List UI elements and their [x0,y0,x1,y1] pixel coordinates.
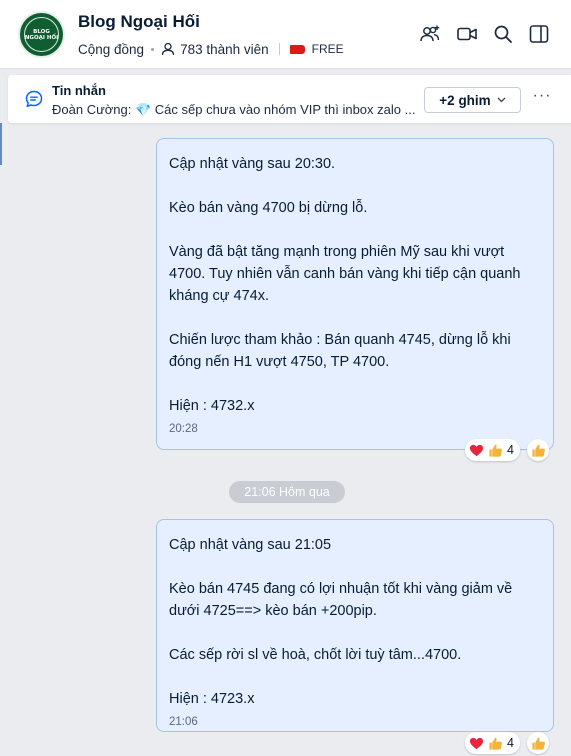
message-line [169,622,541,644]
add-member-icon[interactable] [419,23,441,45]
thumbs-up-icon [531,737,545,750]
member-count[interactable]: 783 thành viên [180,42,269,57]
pinned-title: Tin nhắn [52,83,106,98]
message-line: Hiện : 4732.x [169,398,255,414]
thumbs-up-icon [531,444,545,457]
more-pins-button[interactable]: +2 ghim [424,87,521,113]
message-line [169,307,541,329]
message-bubble[interactable]: Cập nhật vàng sau 20:30. Kèo bán vàng 47… [156,138,554,450]
reaction-summary[interactable]: 4 [465,439,520,461]
video-call-icon[interactable] [456,23,478,45]
chat-bubble-icon [25,90,43,108]
message-text: Cập nhật vàng sau 20:30. Kèo bán vàng 47… [169,153,541,417]
reaction-count: 4 [507,736,514,750]
message-line [169,666,541,688]
heart-icon [469,737,484,749]
avatar-text-2: NGOẠI HỐI [24,34,59,41]
message-line [169,373,541,395]
group-meta: Cộng đồng 783 thành viên FREE [78,40,344,58]
message-line: Vàng đã bật tăng mạnh trong phiên Mỹ sau… [169,244,525,304]
pinned-preview: Đoàn Cường: 💎 Các sếp chưa vào nhóm VIP … [52,102,416,117]
message-line [169,219,541,241]
reaction-count: 4 [507,443,514,457]
group-avatar[interactable]: BLOG NGOẠI HỐI [18,11,65,58]
group-name[interactable]: Blog Ngoại Hối [78,12,200,32]
free-badge: FREE [311,42,344,56]
search-icon[interactable] [492,23,514,45]
message-line: Kèo bán vàng 4700 bị dừng lỗ. [169,200,368,216]
message-line: Cập nhật vàng sau 21:05 [169,537,332,553]
message-line [169,175,541,197]
pinned-message-bar[interactable]: Tin nhắn Đoàn Cường: 💎 Các sếp chưa vào … [8,75,571,123]
message-time: 21:06 [169,716,198,728]
heart-icon [469,444,484,456]
message-line: Hiện : 4723.x [169,691,255,707]
message-line: Chiến lược tham khảo : Bán quanh 4745, d… [169,332,515,370]
community-label: Cộng đồng [78,41,145,57]
person-icon [161,42,175,56]
thumbs-up-icon [489,444,502,457]
react-button[interactable] [527,439,549,461]
react-button[interactable] [527,732,549,754]
date-separator: 21:06 Hôm qua [229,481,345,503]
message-line: Kèo bán 4745 đang có lợi nhuận tốt khi v… [169,581,517,619]
tag-icon [289,44,305,54]
meta-separator [278,43,280,55]
more-icon[interactable]: ··· [532,88,552,109]
more-pins-label: +2 ghim [439,92,491,108]
left-accent-bar [0,123,2,165]
chat-header: BLOG NGOẠI HỐI Blog Ngoại Hối Cộng đồng … [0,0,571,69]
message-line: Cập nhật vàng sau 20:30. [169,156,336,172]
thumbs-up-icon [489,737,502,750]
reaction-summary[interactable]: 4 [465,732,520,754]
meta-dot [151,47,155,51]
message-line [169,556,541,578]
message-line: Các sếp rời sl về hoà, chốt lời tuỳ tâm.… [169,647,462,663]
message-bubble[interactable]: Cập nhật vàng sau 21:05 Kèo bán 4745 đan… [156,519,554,732]
message-text: Cập nhật vàng sau 21:05 Kèo bán 4745 đan… [169,534,541,710]
sidebar-toggle-icon[interactable] [528,23,550,45]
chevron-down-icon [497,97,506,103]
message-time: 20:28 [169,423,198,435]
